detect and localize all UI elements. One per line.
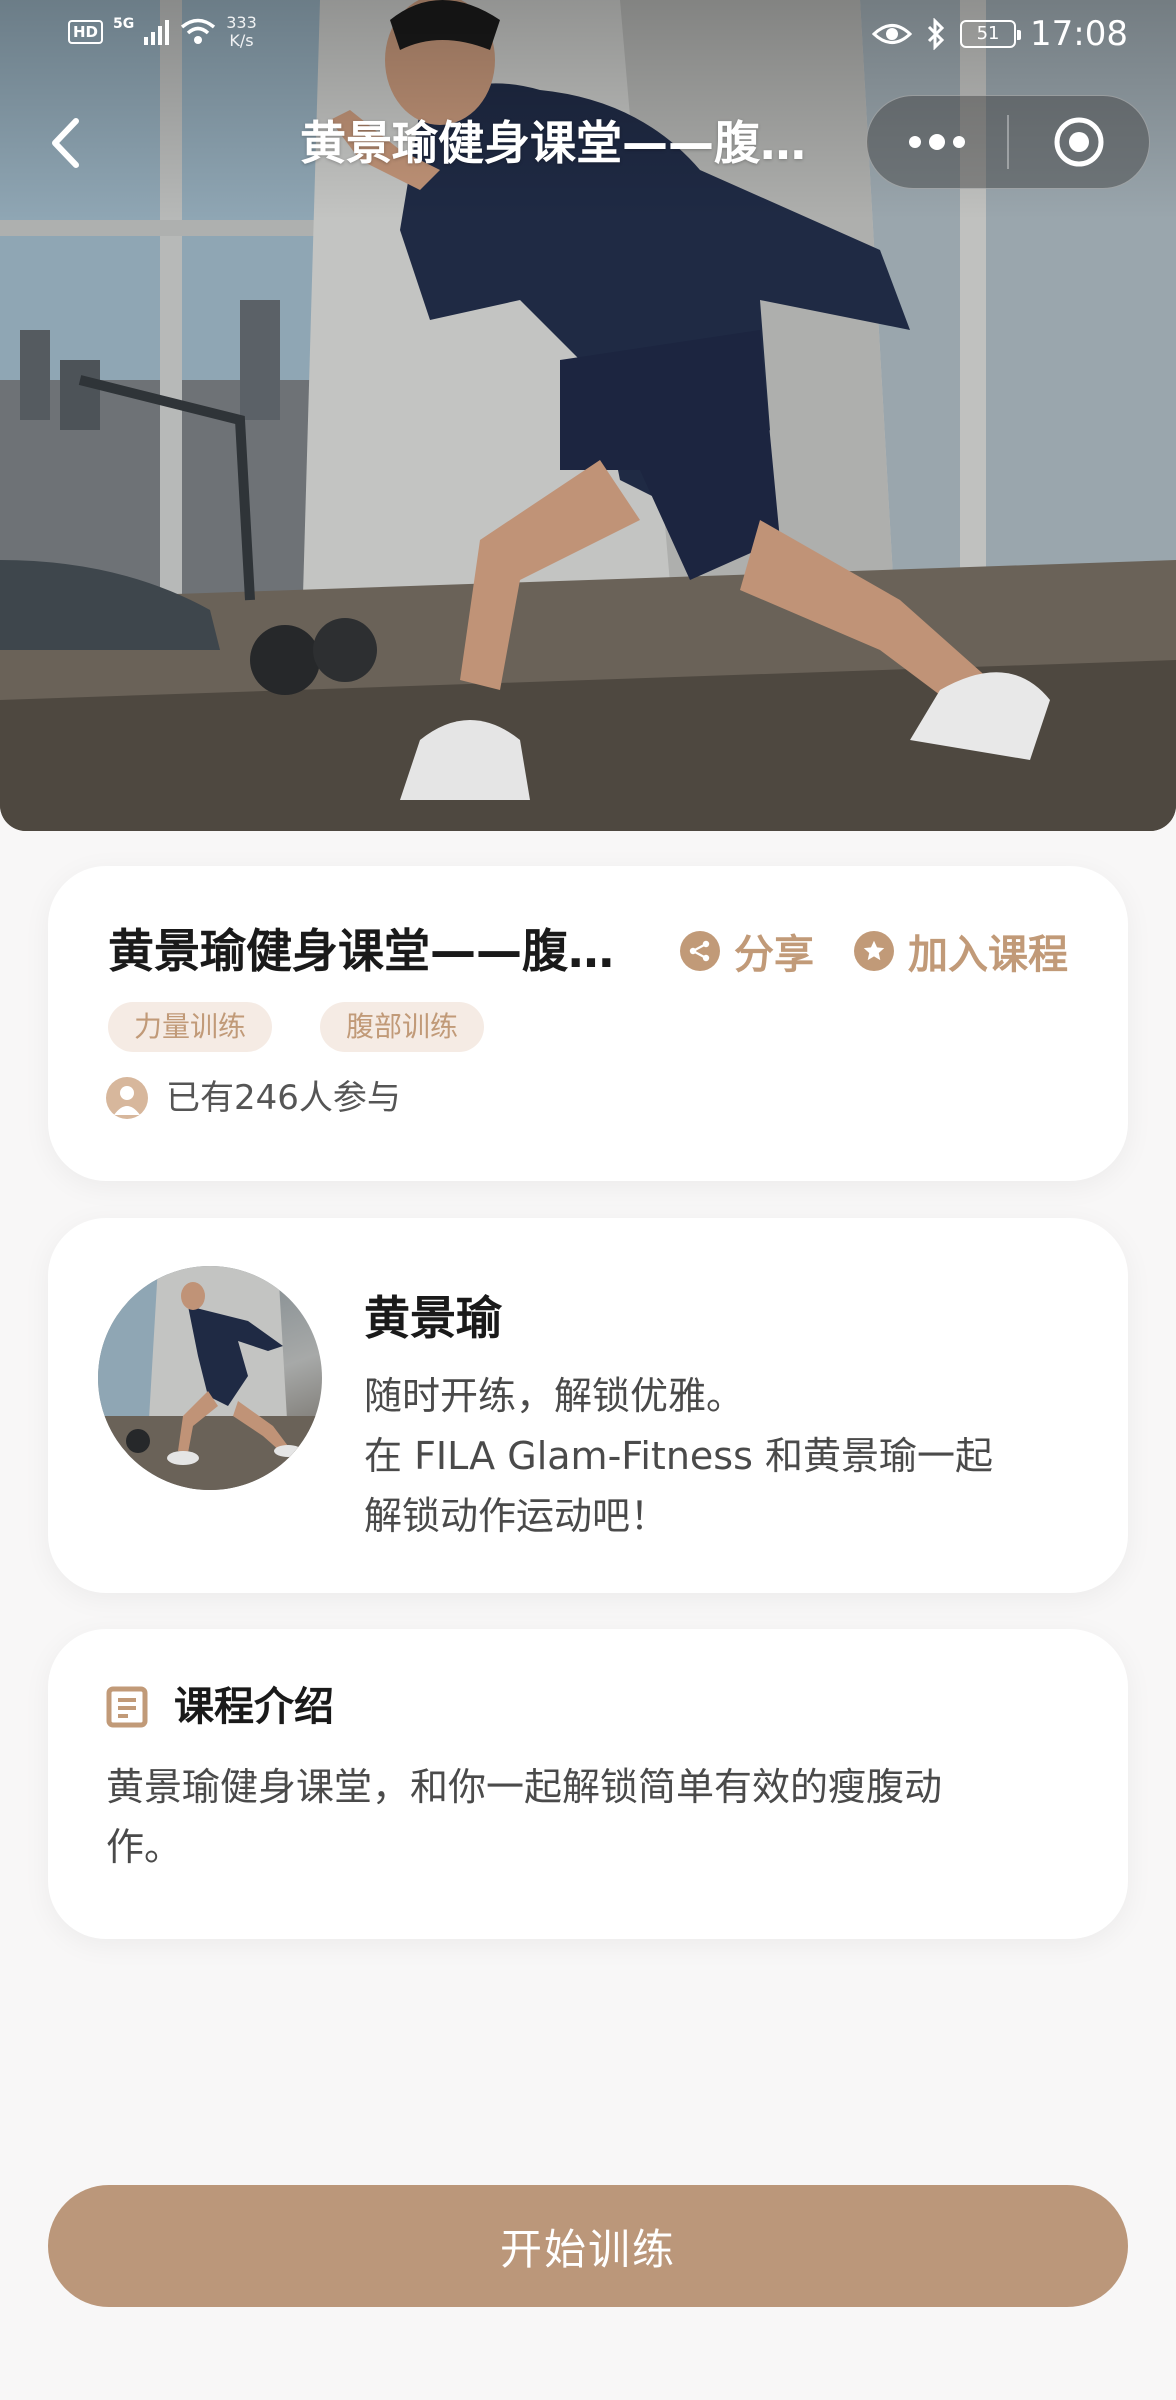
share-label: 分享 [734, 932, 814, 978]
coach-name: 黄景瑜 [364, 1291, 502, 1345]
star-icon [854, 931, 894, 971]
back-button[interactable] [40, 110, 90, 176]
join-course-button[interactable]: 加入课程 [854, 922, 1068, 980]
hero-banner: HD 5G 333 K/s 51 17:08 黄景瑜健身课堂——腹部训练 [0, 0, 1176, 831]
target-close-icon [1054, 117, 1104, 167]
network-type: 5G [113, 16, 135, 32]
eye-icon [872, 24, 913, 44]
intro-header: 课程介绍 [106, 1679, 334, 1735]
intro-text-line: 作。 [106, 1825, 183, 1869]
coach-bio-line: 在 FILA Glam-Fitness 和黄景瑜一起 [364, 1434, 993, 1478]
share-icon [680, 931, 720, 971]
intro-text: 黄景瑜健身课堂，和你一起解锁简单有效的瘦腹动 作。 [106, 1757, 1066, 1877]
course-title: 黄景瑜健身课堂——腹部训练 [108, 924, 648, 978]
battery-indicator: 51 [960, 20, 1022, 48]
chevron-left-icon [52, 118, 79, 168]
coach-card: 黄景瑜 随时开练，解锁优雅。 在 FILA Glam-Fitness 和黄景瑜一… [48, 1218, 1128, 1593]
tag-abs: 腹部训练 [320, 1002, 485, 1052]
network-speed: 333 K/s [226, 13, 257, 50]
mini-program-capsule [866, 95, 1150, 189]
start-training-button[interactable]: 开始训练 [48, 2185, 1128, 2307]
document-icon [106, 1686, 148, 1728]
wifi-icon [181, 18, 216, 44]
coach-bio-line: 解锁动作运动吧！ [364, 1494, 669, 1538]
clock: 17:08 [1030, 14, 1128, 54]
hd-indicator: HD [68, 20, 104, 44]
close-button[interactable] [1009, 95, 1149, 189]
status-bar: HD 5G 333 K/s 51 17:08 [0, 0, 1176, 72]
tag-strength: 力量训练 [108, 1002, 273, 1052]
participants-count: 已有246人参与 [166, 1078, 401, 1118]
course-intro-card: 课程介绍 黄景瑜健身课堂，和你一起解锁简单有效的瘦腹动 作。 [48, 1629, 1128, 1939]
bluetooth-icon [927, 18, 945, 50]
signal-icon [144, 20, 170, 45]
join-label: 加入课程 [908, 932, 1068, 978]
page-title: 黄景瑜健身课堂——腹部训练 [300, 116, 840, 170]
participants-info: 已有246人参与 [106, 1076, 401, 1120]
coach-bio-line: 随时开练，解锁优雅。 [364, 1374, 745, 1418]
avatar [98, 1266, 322, 1490]
coach-bio: 随时开练，解锁优雅。 在 FILA Glam-Fitness 和黄景瑜一起 解锁… [364, 1366, 1084, 1546]
course-info-card: 黄景瑜健身课堂——腹部训练 分享 加入课程 力量训练 腹部训练 已有246人参与 [48, 866, 1128, 1181]
share-button[interactable]: 分享 [680, 922, 814, 980]
more-button[interactable] [867, 95, 1007, 189]
more-dots-icon [909, 134, 965, 150]
course-actions: 分享 加入课程 [680, 922, 1068, 980]
intro-title: 课程介绍 [174, 1684, 334, 1730]
intro-text-line: 黄景瑜健身课堂，和你一起解锁简单有效的瘦腹动 [106, 1765, 943, 1809]
course-tags: 力量训练 腹部训练 [108, 1002, 485, 1052]
user-icon [106, 1077, 148, 1119]
